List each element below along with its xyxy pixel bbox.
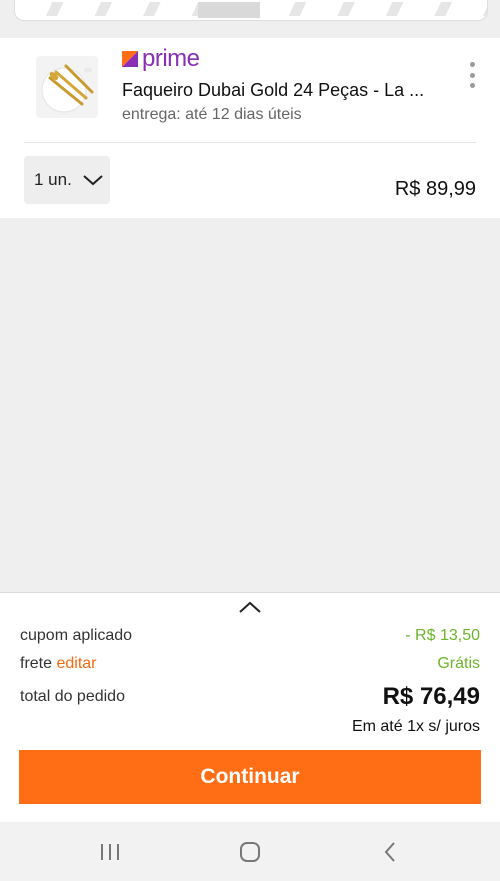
home-icon[interactable] [236,840,264,864]
prime-badge: prime [122,45,200,72]
card-tab [198,2,260,18]
back-icon[interactable] [376,840,404,864]
previous-section [0,0,500,38]
shipping-row: frete editar [20,655,97,673]
total-label: total do pedido [20,688,125,705]
order-summary: cupom aplicado - R$ 13,50 frete editar G… [0,592,500,823]
shipping-edit-link[interactable]: editar [56,655,96,672]
continue-button[interactable]: Continuar [19,750,481,804]
shipping-value: Grátis [437,655,480,672]
quantity-value: 1 un. [34,170,72,189]
chevron-down-icon [83,175,103,186]
product-title[interactable]: Faqueiro Dubai Gold 24 Peças - La ... [122,80,442,101]
delivery-estimate: entrega: até 12 dias úteis [122,106,302,123]
coupon-label: cupom aplicado [20,627,133,644]
divider [24,142,476,143]
item-price: R$ 89,99 [394,178,476,200]
quantity-selector[interactable]: 1 un. [24,156,110,204]
installments-text: Em até 1x s/ juros [351,718,480,735]
more-options-icon[interactable] [462,62,482,88]
total-value: R$ 76,49 [382,683,480,710]
android-nav-bar [0,822,500,881]
chevron-up-icon[interactable] [238,599,262,615]
recent-apps-icon[interactable] [96,840,124,864]
cart-item-card: prime Faqueiro Dubai Gold 24 Peças - La … [0,38,500,218]
previous-card [14,0,488,21]
shipping-label: frete [20,655,53,672]
prime-label: prime [142,45,200,72]
prime-logo-icon [122,51,138,67]
product-image[interactable] [36,56,98,118]
coupon-value: - R$ 13,50 [405,627,480,644]
